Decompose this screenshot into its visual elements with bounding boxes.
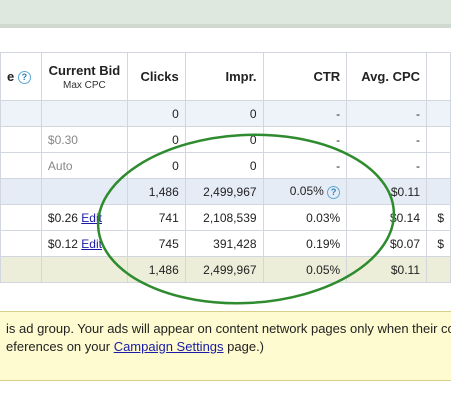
cell-avg-cpc: $0.11: [346, 256, 428, 283]
table-row: $0.26 Edit 741 2,108,539 0.03% $0.14 $: [0, 204, 451, 231]
cell-clicks: 1,486: [126, 178, 186, 205]
ad-group-stats-table: e ? Current Bid Max CPC Clicks Impr. CTR …: [0, 52, 451, 283]
cell-impressions: 0: [184, 152, 264, 179]
cell-extra: $: [426, 204, 451, 231]
cell-status: [0, 100, 42, 127]
cell-clicks: 0: [126, 152, 186, 179]
cell-status: [0, 178, 42, 205]
cell-status: [0, 152, 42, 179]
column-header-impressions[interactable]: Impr.: [184, 52, 264, 101]
column-header-ctr[interactable]: CTR: [262, 52, 348, 101]
campaign-settings-link[interactable]: Campaign Settings: [114, 339, 224, 354]
notice-line-1: is ad group. Your ads will appear on con…: [6, 321, 451, 336]
edit-bid-link[interactable]: Edit: [81, 237, 102, 251]
cell-current-bid: [40, 256, 128, 283]
cell-impressions: 0: [184, 100, 264, 127]
cell-avg-cpc: -: [346, 100, 428, 127]
bid-value: Auto: [47, 158, 73, 173]
notice-line-2-text: eferences on your: [6, 339, 114, 354]
cell-extra: [426, 100, 451, 127]
table-row: 00 --: [0, 100, 451, 127]
table-row: 1,486 2,499,967 0.05% ? $0.11: [0, 178, 451, 205]
current-bid-label: Current Bid: [48, 62, 121, 78]
cell-current-bid: $0.26 Edit: [40, 204, 128, 231]
column-header-current-bid[interactable]: Current Bid Max CPC: [40, 52, 128, 101]
cell-clicks: 745: [126, 230, 186, 257]
help-icon[interactable]: ?: [17, 71, 31, 85]
ctr-value: 0.19%: [306, 236, 341, 251]
cell-status: [0, 126, 42, 153]
cell-impressions: 2,499,967: [184, 178, 264, 205]
column-header-avg-cpc[interactable]: Avg. CPC: [346, 52, 428, 101]
cell-extra: [426, 178, 451, 205]
cell-clicks: 0: [126, 100, 186, 127]
cell-ctr: 0.03%: [262, 204, 348, 231]
column-header-clicks[interactable]: Clicks: [126, 52, 186, 101]
column-header-status-label: e: [7, 68, 15, 84]
cell-ctr: 0.05%: [262, 256, 348, 283]
cell-current-bid: Auto: [40, 152, 128, 179]
table-row: $0.12 Edit 745 391,428 0.19% $0.07 $: [0, 230, 451, 257]
ctr-value: 0.05%: [306, 262, 341, 277]
ctr-value: 0.05%: [289, 184, 324, 199]
ctr-value: -: [336, 132, 341, 147]
cell-avg-cpc: $0.07: [346, 230, 428, 257]
cell-impressions: 2,499,967: [184, 256, 264, 283]
cell-avg-cpc: $0.14: [346, 204, 428, 231]
ctr-value: -: [336, 158, 341, 173]
help-icon[interactable]: ?: [327, 185, 341, 199]
cell-extra: [426, 152, 451, 179]
cell-extra: $: [426, 230, 451, 257]
ctr-value: 0.03%: [306, 210, 341, 225]
notice-line-2-end: page.): [223, 339, 265, 354]
cell-extra: [426, 256, 451, 283]
cell-ctr: -: [262, 152, 348, 179]
bid-value: $0.12: [47, 236, 78, 251]
table-header-row: e ? Current Bid Max CPC Clicks Impr. CTR …: [0, 52, 451, 101]
cell-avg-cpc: -: [346, 126, 428, 153]
cell-impressions: 391,428: [184, 230, 264, 257]
cell-clicks: 741: [126, 204, 186, 231]
ctr-value: -: [336, 106, 341, 121]
content-network-notice: is ad group. Your ads will appear on con…: [0, 311, 451, 381]
cell-impressions: 0: [184, 126, 264, 153]
cell-ctr: 0.19%: [262, 230, 348, 257]
column-header-status[interactable]: e ?: [0, 52, 42, 101]
cell-status: [0, 230, 42, 257]
cell-ctr: -: [262, 126, 348, 153]
cell-current-bid: [40, 178, 128, 205]
bid-value: $0.26: [47, 210, 78, 225]
max-cpc-label: Max CPC: [63, 79, 106, 91]
cell-ctr: -: [262, 100, 348, 127]
cell-status: [0, 256, 42, 283]
cell-clicks: 1,486: [126, 256, 186, 283]
edit-bid-link[interactable]: Edit: [81, 211, 102, 225]
table-row: $0.30 0 0 - -: [0, 126, 451, 153]
cell-current-bid: $0.12 Edit: [40, 230, 128, 257]
top-bar: [0, 0, 451, 28]
cell-impressions: 2,108,539: [184, 204, 264, 231]
cell-avg-cpc: $0.11: [346, 178, 428, 205]
bid-value: $0.30: [47, 132, 78, 147]
column-header-extra: [426, 52, 451, 101]
top-bar-shade: [0, 24, 451, 28]
table-row: 1,486 2,499,967 0.05% $0.11: [0, 256, 451, 283]
cell-current-bid: [40, 100, 128, 127]
cell-ctr: 0.05% ?: [262, 178, 348, 205]
cell-clicks: 0: [126, 126, 186, 153]
cell-status: [0, 204, 42, 231]
cell-current-bid: $0.30: [40, 126, 128, 153]
table-row: Auto 0 0 - -: [0, 152, 451, 179]
cell-avg-cpc: -: [346, 152, 428, 179]
cell-extra: [426, 126, 451, 153]
notice-line-2: eferences on your Campaign Settings page…: [6, 338, 451, 356]
